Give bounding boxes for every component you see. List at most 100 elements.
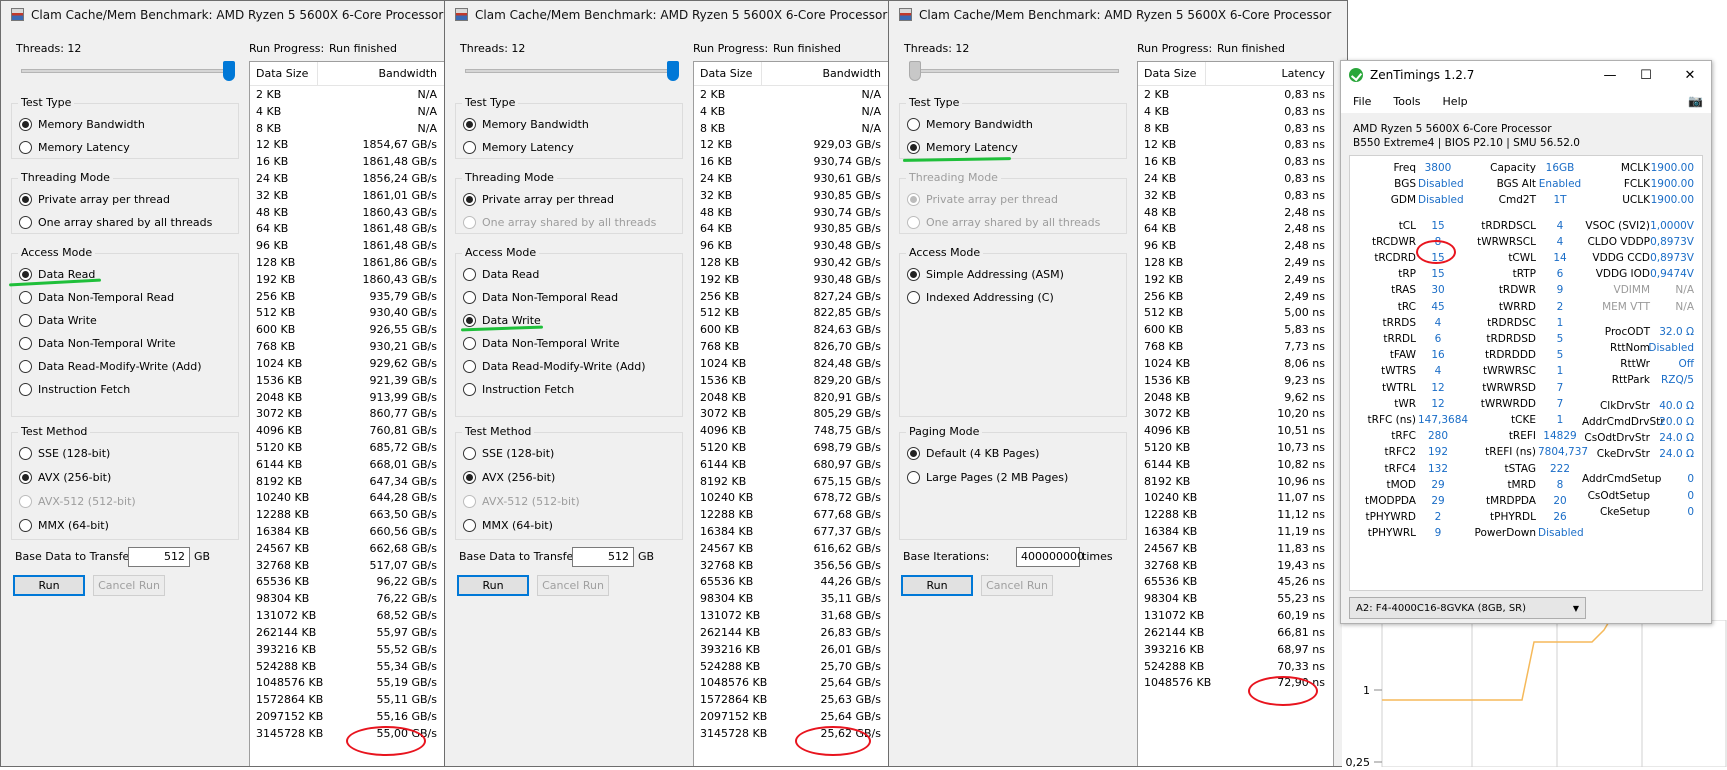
table-row[interactable]: 48 KB 2,48 ns [1138, 204, 1333, 221]
table-row[interactable]: 12288 KB 11,12 ns [1138, 506, 1333, 523]
radio-shared-array[interactable]: One array shared by all threads [907, 216, 1100, 229]
table-row[interactable]: 5120 KB 10,73 ns [1138, 439, 1333, 456]
table-row[interactable]: 128 KB 1861,86 GB/s [250, 254, 444, 271]
cancel-run-button[interactable]: Cancel Run [981, 575, 1053, 596]
dimm-select[interactable]: A2: F4-4000C16-8GVKA (8GB, SR) ▼ [1349, 597, 1586, 619]
radio-large-pages[interactable]: Large Pages (2 MB Pages) [907, 471, 1068, 484]
table-row[interactable]: 32768 KB 517,07 GB/s [250, 557, 444, 574]
table-row[interactable]: 512 KB 930,40 GB/s [250, 305, 444, 322]
radio-private-array[interactable]: Private array per thread [463, 193, 614, 206]
radio-instruction-fetch[interactable]: Instruction Fetch [463, 383, 574, 396]
table-row[interactable]: 12 KB 1854,67 GB/s [250, 136, 444, 153]
table-row[interactable]: 24 KB 930,61 GB/s [694, 170, 889, 187]
zt-title-bar[interactable]: ZenTimings 1.2.7 — ☐ ✕ [1341, 61, 1711, 89]
table-row[interactable]: 32768 KB 356,56 GB/s [694, 557, 889, 574]
table-row[interactable]: 1536 KB 829,20 GB/s [694, 372, 889, 389]
radio-default-pages[interactable]: Default (4 KB Pages) [907, 447, 1039, 460]
table-row[interactable]: 32 KB 0,83 ns [1138, 187, 1333, 204]
table-row[interactable]: 1048576 KB 55,19 GB/s [250, 674, 444, 691]
results-list[interactable]: Data Size Latency 2 KB 0,83 ns 4 KB 0,83 ns 8… [1137, 61, 1334, 766]
radio-memory-latency[interactable]: Memory Latency [907, 141, 1018, 154]
radio-sse[interactable]: SSE (128-bit) [19, 447, 110, 460]
table-row[interactable]: 5120 KB 685,72 GB/s [250, 439, 444, 456]
table-row[interactable]: 1024 KB 824,48 GB/s [694, 355, 889, 372]
table-row[interactable]: 10240 KB 644,28 GB/s [250, 490, 444, 507]
radio-private-array[interactable]: Private array per thread [907, 193, 1058, 206]
table-row[interactable]: 393216 KB 68,97 ns [1138, 641, 1333, 658]
table-row[interactable]: 1536 KB 9,23 ns [1138, 372, 1333, 389]
table-row[interactable]: 256 KB 827,24 GB/s [694, 288, 889, 305]
table-row[interactable]: 262144 KB 66,81 ns [1138, 624, 1333, 641]
table-row[interactable]: 131072 KB 31,68 GB/s [694, 607, 889, 624]
radio-data-write[interactable]: Data Write [19, 314, 97, 327]
table-row[interactable]: 8 KB N/A [250, 120, 444, 137]
table-row[interactable]: 32 KB 930,85 GB/s [694, 187, 889, 204]
table-row[interactable]: 8192 KB 675,15 GB/s [694, 473, 889, 490]
table-row[interactable]: 128 KB 2,49 ns [1138, 254, 1333, 271]
run-button[interactable]: Run [901, 575, 973, 596]
table-row[interactable]: 192 KB 930,48 GB/s [694, 271, 889, 288]
table-row[interactable]: 1048576 KB 25,64 GB/s [694, 674, 889, 691]
table-row[interactable]: 8192 KB 647,34 GB/s [250, 473, 444, 490]
radio-data-nt-write[interactable]: Data Non-Temporal Write [19, 337, 176, 350]
menu-tools[interactable]: Tools [1393, 95, 1420, 108]
radio-data-read[interactable]: Data Read [463, 268, 539, 281]
table-row[interactable]: 24 KB 1856,24 GB/s [250, 170, 444, 187]
table-row[interactable]: 262144 KB 26,83 GB/s [694, 624, 889, 641]
table-row[interactable]: 2048 KB 9,62 ns [1138, 389, 1333, 406]
table-row[interactable]: 128 KB 930,42 GB/s [694, 254, 889, 271]
table-row[interactable]: 4096 KB 760,81 GB/s [250, 422, 444, 439]
threads-slider-thumb[interactable] [223, 61, 235, 81]
table-row[interactable]: 12288 KB 663,50 GB/s [250, 506, 444, 523]
table-row[interactable]: 16384 KB 677,37 GB/s [694, 523, 889, 540]
table-row[interactable]: 600 KB 5,83 ns [1138, 321, 1333, 338]
title-bar[interactable]: Clam Cache/Mem Benchmark: AMD Ryzen 5 56… [445, 1, 889, 28]
menu-file[interactable]: File [1353, 95, 1371, 108]
table-row[interactable]: 1024 KB 929,62 GB/s [250, 355, 444, 372]
radio-memory-latency[interactable]: Memory Latency [463, 141, 574, 154]
title-bar[interactable]: Clam Cache/Mem Benchmark: AMD Ryzen 5 56… [889, 1, 1347, 28]
table-row[interactable]: 24567 KB 11,83 ns [1138, 540, 1333, 557]
table-row[interactable]: 131072 KB 68,52 GB/s [250, 607, 444, 624]
table-row[interactable]: 48 KB 1860,43 GB/s [250, 204, 444, 221]
table-row[interactable]: 12 KB 929,03 GB/s [694, 136, 889, 153]
threads-slider-track[interactable] [465, 69, 675, 73]
radio-avx512[interactable]: AVX-512 (512-bit) [19, 495, 136, 508]
table-row[interactable]: 192 KB 1860,43 GB/s [250, 271, 444, 288]
radio-mmx[interactable]: MMX (64-bit) [463, 519, 553, 532]
table-row[interactable]: 2097152 KB 25,64 GB/s [694, 708, 889, 725]
radio-shared-array[interactable]: One array shared by all threads [19, 216, 212, 229]
table-row[interactable]: 2 KB N/A [694, 86, 889, 103]
table-row[interactable]: 4096 KB 748,75 GB/s [694, 422, 889, 439]
radio-data-nt-read[interactable]: Data Non-Temporal Read [463, 291, 618, 304]
threads-slider-thumb[interactable] [909, 61, 921, 81]
table-row[interactable]: 98304 KB 55,23 ns [1138, 590, 1333, 607]
table-row[interactable]: 64 KB 930,85 GB/s [694, 221, 889, 238]
table-row[interactable]: 600 KB 926,55 GB/s [250, 321, 444, 338]
radio-data-rmw[interactable]: Data Read-Modify-Write (Add) [19, 360, 202, 373]
menu-help[interactable]: Help [1443, 95, 1468, 108]
radio-private-array[interactable]: Private array per thread [19, 193, 170, 206]
table-row[interactable]: 600 KB 824,63 GB/s [694, 321, 889, 338]
table-row[interactable]: 8 KB 0,83 ns [1138, 120, 1333, 137]
table-row[interactable]: 16 KB 1861,48 GB/s [250, 153, 444, 170]
table-row[interactable]: 24 KB 0,83 ns [1138, 170, 1333, 187]
table-row[interactable]: 2 KB 0,83 ns [1138, 86, 1333, 103]
threads-slider-track[interactable] [909, 69, 1119, 73]
radio-instruction-fetch[interactable]: Instruction Fetch [19, 383, 130, 396]
table-row[interactable]: 65536 KB 45,26 ns [1138, 574, 1333, 591]
table-row[interactable]: 64 KB 2,48 ns [1138, 221, 1333, 238]
cancel-run-button[interactable]: Cancel Run [537, 575, 609, 596]
table-row[interactable]: 3072 KB 860,77 GB/s [250, 405, 444, 422]
table-row[interactable]: 64 KB 1861,48 GB/s [250, 221, 444, 238]
table-row[interactable]: 2 KB N/A [250, 86, 444, 103]
table-row[interactable]: 96 KB 930,48 GB/s [694, 237, 889, 254]
run-button[interactable]: Run [13, 575, 85, 596]
table-row[interactable]: 4 KB N/A [250, 103, 444, 120]
table-row[interactable]: 12 KB 0,83 ns [1138, 136, 1333, 153]
table-row[interactable]: 48 KB 930,74 GB/s [694, 204, 889, 221]
table-row[interactable]: 3072 KB 805,29 GB/s [694, 405, 889, 422]
table-row[interactable]: 65536 KB 44,26 GB/s [694, 574, 889, 591]
table-row[interactable]: 24567 KB 616,62 GB/s [694, 540, 889, 557]
table-row[interactable]: 512 KB 5,00 ns [1138, 305, 1333, 322]
